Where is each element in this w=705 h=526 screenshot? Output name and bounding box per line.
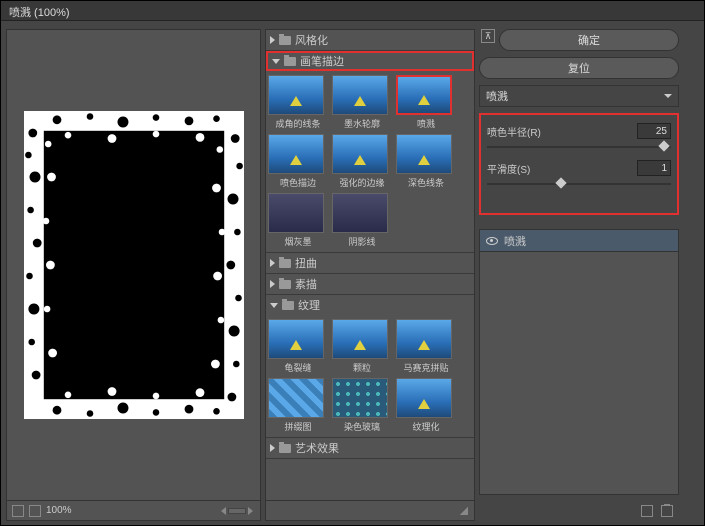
- parameters-group: 喷色半径(R) 平滑度(S): [479, 113, 679, 215]
- param-label: 喷色半径(R): [487, 124, 541, 139]
- preview-scrollbar[interactable]: [77, 506, 255, 516]
- chevron-right-icon: [270, 280, 275, 288]
- filter-thumb[interactable]: 墨水轮廓: [332, 75, 392, 130]
- spray-radius-input[interactable]: [637, 123, 671, 139]
- filter-thumb[interactable]: 龟裂缝: [268, 319, 328, 374]
- filter-thumb[interactable]: 马赛克拼贴: [396, 319, 456, 374]
- filter-thumb[interactable]: 强化的边缘: [332, 134, 392, 189]
- preview-panel: 100%: [6, 29, 261, 521]
- preview-footer: 100%: [7, 500, 260, 520]
- folder-icon: [279, 36, 291, 45]
- collapse-icon[interactable]: ⊼: [481, 29, 495, 43]
- category-stylize[interactable]: 风格化: [266, 30, 474, 50]
- spray-radius-slider[interactable]: [487, 142, 671, 152]
- reset-button[interactable]: 复位: [479, 57, 679, 79]
- applied-filter-item[interactable]: 喷溅: [480, 230, 678, 252]
- filter-dropdown[interactable]: 喷溅: [479, 85, 679, 107]
- category-label: 素描: [295, 276, 317, 292]
- chevron-right-icon: [270, 36, 275, 44]
- filter-thumb[interactable]: 阴影线: [332, 193, 392, 248]
- folder-icon: [279, 280, 291, 289]
- dropdown-label: 喷溅: [486, 88, 508, 104]
- filter-gallery: 风格化 画笔描边 成角的线条 墨水轮廓 喷溅 喷色描边 强化的边缘 深色线条 烟…: [265, 29, 475, 521]
- category-texture[interactable]: 纹理: [266, 295, 474, 315]
- filter-thumb[interactable]: 喷色描边: [268, 134, 328, 189]
- smoothness-slider[interactable]: [487, 179, 671, 189]
- category-brush-strokes[interactable]: 画笔描边: [266, 51, 474, 71]
- chevron-right-icon: [270, 259, 275, 267]
- window-title: 喷溅 (100%): [1, 1, 704, 21]
- resize-handle-icon[interactable]: [460, 507, 468, 515]
- filter-thumb-selected[interactable]: 喷溅: [396, 75, 456, 130]
- filter-thumb[interactable]: 染色玻璃: [332, 378, 392, 433]
- category-artistic[interactable]: 艺术效果: [266, 438, 474, 458]
- chevron-down-icon: [272, 59, 280, 64]
- category-label: 画笔描边: [300, 53, 344, 69]
- preview-image[interactable]: [15, 38, 252, 492]
- settings-panel: ⊼ 确定 复位 喷溅 喷色半径(R) 平滑度(S): [479, 29, 679, 521]
- filter-thumb[interactable]: 颗粒: [332, 319, 392, 374]
- chevron-down-icon: [664, 94, 672, 98]
- visibility-eye-icon[interactable]: [486, 237, 498, 245]
- folder-icon: [282, 301, 294, 310]
- filter-thumb[interactable]: 深色线条: [396, 134, 456, 189]
- category-distort[interactable]: 扭曲: [266, 253, 474, 273]
- trash-icon[interactable]: [661, 505, 673, 517]
- new-effect-layer-icon[interactable]: [641, 505, 653, 517]
- zoom-level[interactable]: 100%: [46, 505, 72, 516]
- folder-icon: [284, 57, 296, 66]
- settings-footer: [479, 501, 679, 521]
- zoom-in-icon[interactable]: [29, 505, 41, 517]
- category-label: 艺术效果: [295, 440, 339, 456]
- param-label: 平滑度(S): [487, 161, 530, 176]
- filter-thumb[interactable]: 纹理化: [396, 378, 456, 433]
- category-label: 扭曲: [295, 255, 317, 271]
- zoom-out-icon[interactable]: [12, 505, 24, 517]
- folder-icon: [279, 444, 291, 453]
- chevron-down-icon: [270, 303, 278, 308]
- folder-icon: [279, 259, 291, 268]
- applied-filters-list: 喷溅: [479, 229, 679, 495]
- category-sketch[interactable]: 素描: [266, 274, 474, 294]
- category-label: 纹理: [298, 297, 320, 313]
- filter-thumb[interactable]: 成角的线条: [268, 75, 328, 130]
- applied-filter-label: 喷溅: [504, 233, 526, 249]
- filter-thumb[interactable]: 拼缀图: [268, 378, 328, 433]
- category-label: 风格化: [295, 32, 328, 48]
- smoothness-input[interactable]: [637, 160, 671, 176]
- chevron-right-icon: [270, 444, 275, 452]
- filter-thumb[interactable]: 烟灰墨: [268, 193, 328, 248]
- ok-button[interactable]: 确定: [499, 29, 679, 51]
